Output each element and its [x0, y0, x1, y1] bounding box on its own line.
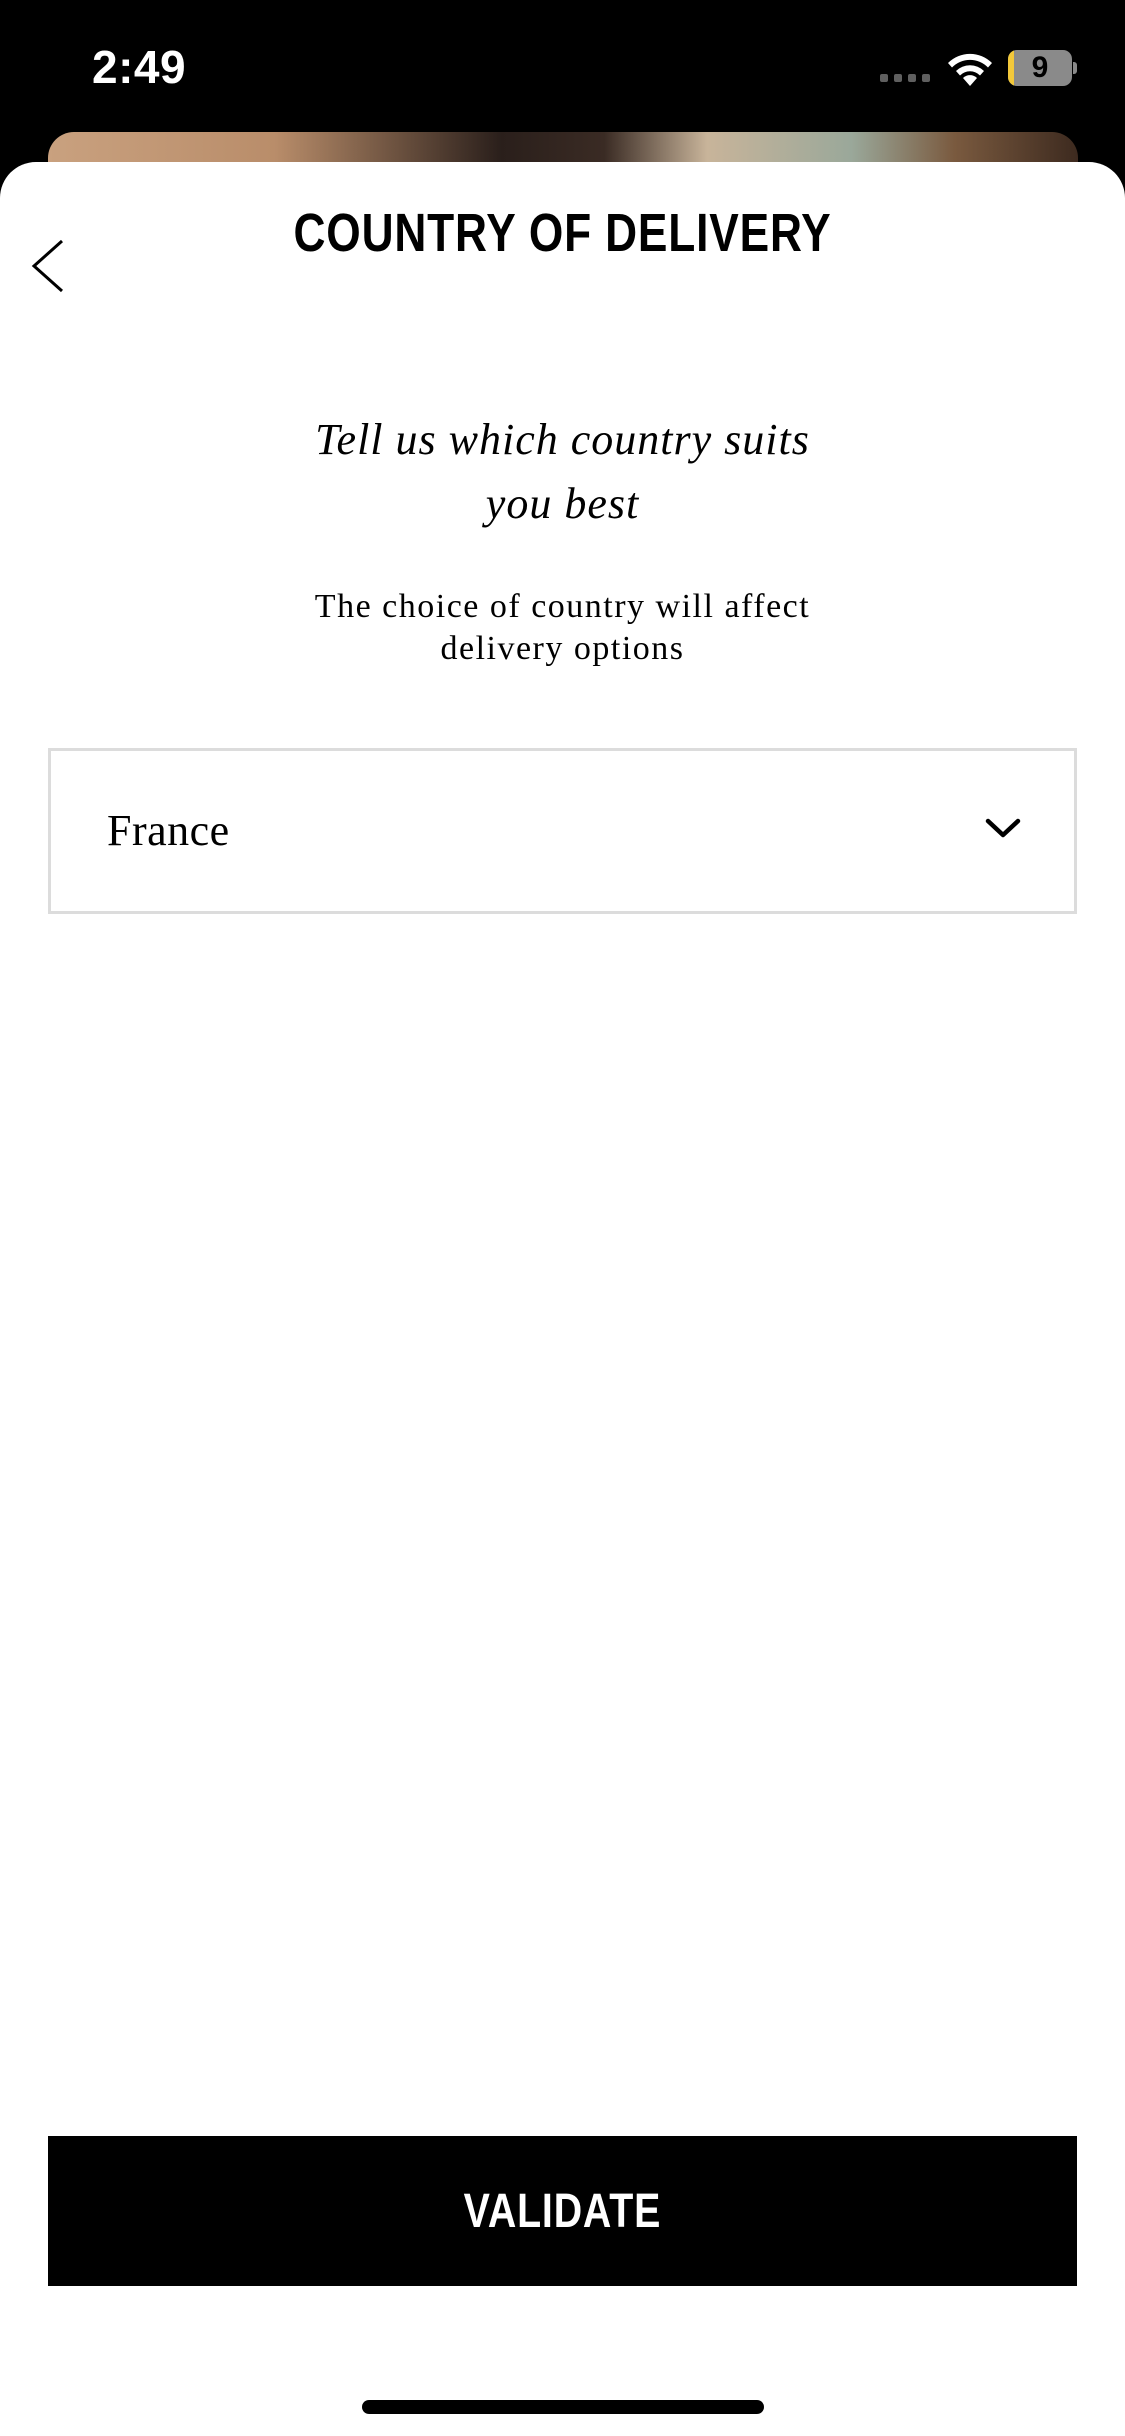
validate-button[interactable]: VALIDATE	[48, 2136, 1077, 2286]
home-indicator	[362, 2400, 764, 2414]
status-bar: 2:49 9	[0, 0, 1125, 150]
info-line-2: delivery options	[440, 630, 685, 667]
battery-level: 9	[1031, 51, 1049, 84]
info-text: The choice of country will affect delive…	[0, 586, 1125, 670]
country-select-value: France	[107, 806, 230, 855]
battery-tip	[1073, 62, 1077, 74]
page-title: COUNTRY OF DELIVERY	[293, 203, 832, 263]
status-time: 2:49	[92, 41, 187, 93]
chevron-left-icon	[31, 239, 63, 293]
cellular-signal-icon	[880, 74, 930, 82]
validate-button-label: VALIDATE	[463, 2184, 662, 2238]
wifi-icon	[948, 53, 992, 86]
tagline: Tell us which country suits you best	[0, 408, 1125, 536]
info-line-1: The choice of country will affect	[314, 588, 811, 625]
battery-body: 9	[1008, 50, 1072, 86]
tagline-line-1: Tell us which country suits	[315, 415, 810, 464]
back-button[interactable]	[14, 224, 84, 308]
country-select[interactable]: France	[48, 748, 1077, 914]
country-sheet: COUNTRY OF DELIVERY Tell us which countr…	[0, 162, 1125, 2436]
tagline-line-2: you best	[485, 479, 640, 528]
chevron-down-icon	[985, 818, 1021, 838]
battery-icon: 9	[1008, 50, 1077, 86]
